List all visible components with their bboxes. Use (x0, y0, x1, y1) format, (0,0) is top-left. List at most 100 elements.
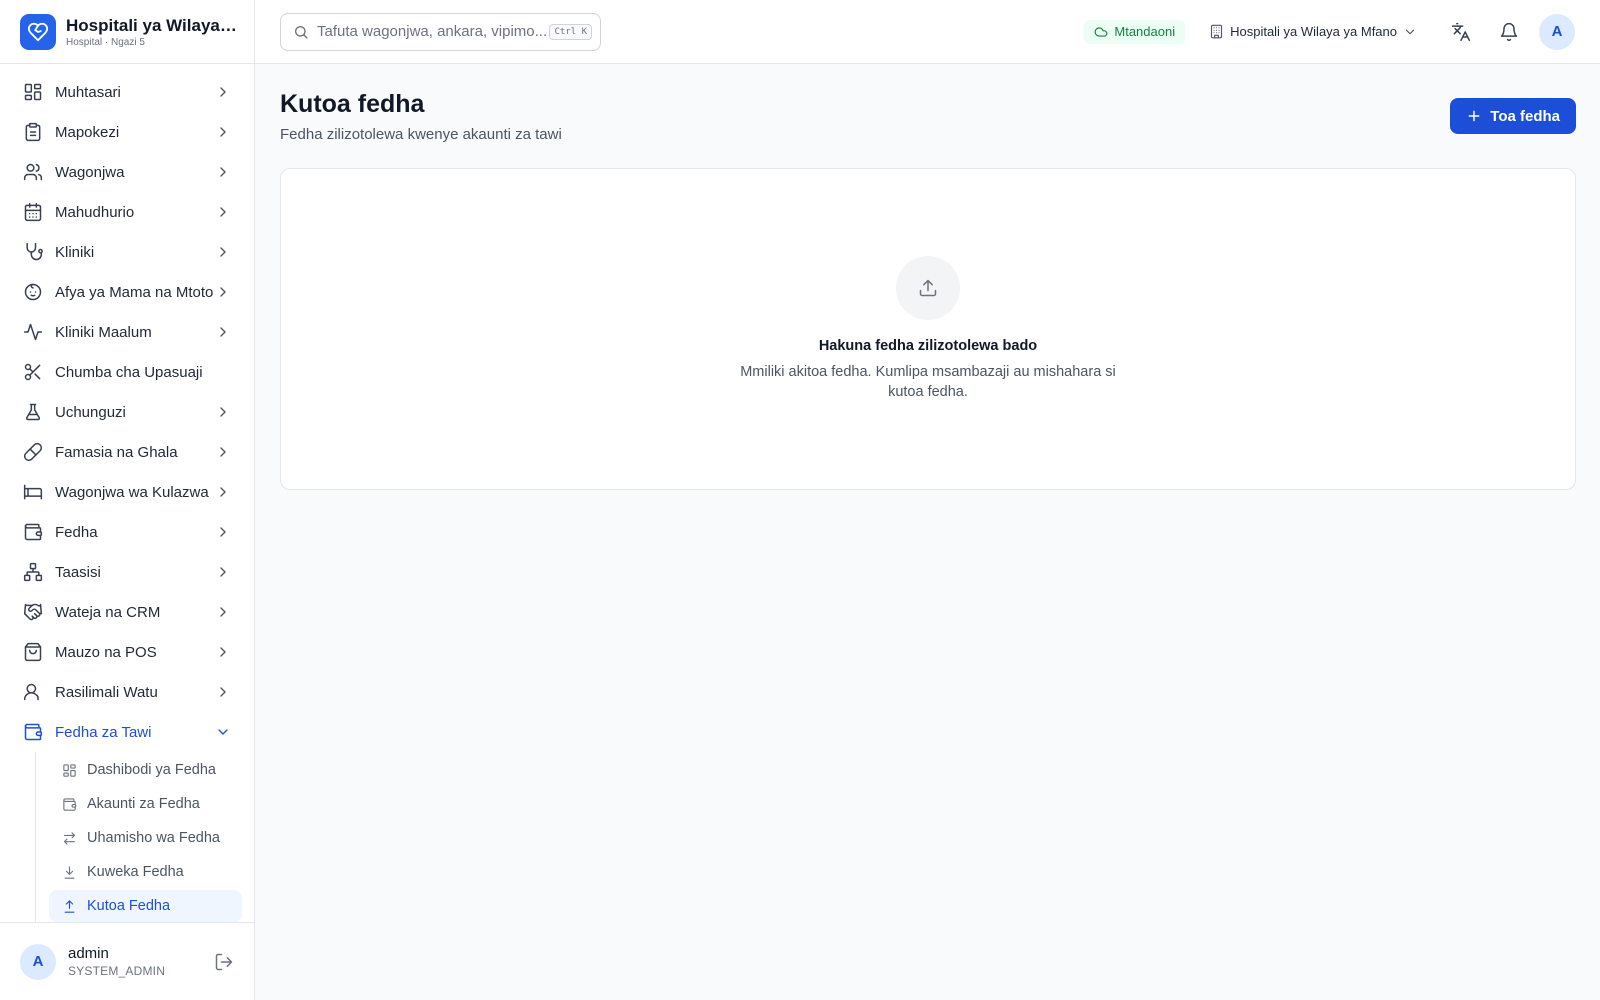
branch-name: Hospitali ya Wilaya ya Mfano (1230, 24, 1397, 39)
sidebar-item-label: Fedha za Tawi (55, 723, 152, 741)
sidebar-item-label: Afya ya Mama na Mtoto (55, 283, 214, 301)
sidebar: Hospitali ya Wilaya ya Mfano Hospital · … (0, 0, 255, 1000)
empty-state-title: Hakuna fedha zilizotolewa bado (818, 338, 1038, 354)
brand-header[interactable]: Hospitali ya Wilaya ya Mfano Hospital · … (0, 0, 254, 64)
sidebar-item-label: Mauzo na POS (55, 643, 157, 661)
sidebar-item-mauzo-pos[interactable]: Mauzo na POS (12, 632, 242, 672)
dashboard-icon (63, 763, 76, 777)
user-role: SYSTEM_ADMIN (68, 964, 166, 978)
sidebar-item-label: Muhtasari (55, 83, 121, 101)
plus-icon (1468, 110, 1480, 122)
sidebar-item-label: Mahudhurio (55, 203, 135, 221)
withdraw-funds-button[interactable]: Toa fedha (1450, 98, 1576, 134)
main-content: Kutoa fedha Fedha zilizotolewa kwenye ak… (280, 64, 1576, 490)
sidebar-item-mahudhurio[interactable]: Mahudhurio (12, 192, 242, 232)
sidebar-item-uchunguzi[interactable]: Uchunguzi (12, 392, 242, 432)
baby-icon (24, 283, 42, 301)
sidebar-item-taasisi[interactable]: Taasisi (12, 552, 242, 592)
sidebar-item-label: Wagonjwa wa Kulazwa (55, 483, 209, 501)
search-shortcut-badge: Ctrl K (549, 23, 592, 40)
logout-icon[interactable] (214, 952, 234, 972)
chevron-right-icon (220, 527, 226, 537)
page-subtitle: Fedha zilizotolewa kwenye akaunti za taw… (280, 126, 562, 143)
flask-icon (25, 403, 41, 421)
chevron-down-icon (1405, 29, 1415, 34)
sidebar-item-fedha-za-tawi[interactable]: Fedha za Tawi (12, 712, 242, 752)
chevron-right-icon (220, 407, 226, 417)
wallet-icon (24, 523, 43, 541)
page-header: Kutoa fedha Fedha zilizotolewa kwenye ak… (280, 64, 1576, 168)
sidebar-item-famasia-ghala[interactable]: Famasia na Ghala (12, 432, 242, 472)
sidebar-item-kliniki[interactable]: Kliniki (12, 232, 242, 272)
subnav-item-label: Dashibodi ya Fedha (87, 762, 216, 778)
subnav-fedha-za-tawi: Dashibodi ya Fedha Akaunti za Fedha Uham… (35, 752, 242, 922)
pill-icon (23, 442, 43, 462)
chevron-right-icon (220, 207, 226, 217)
sidebar-item-muhtasari[interactable]: Muhtasari (12, 72, 242, 112)
sidebar-item-wagonjwa[interactable]: Wagonjwa (12, 152, 242, 192)
chevron-right-icon (220, 87, 226, 97)
branch-selector[interactable]: Hospitali ya Wilaya ya Mfano (1209, 24, 1417, 39)
chevron-down-icon (218, 729, 228, 735)
user-panel: A admin SYSTEM_ADMIN (0, 922, 254, 1000)
search-placeholder: Tafuta wagonjwa, ankara, vipimo... (317, 23, 548, 40)
chevron-right-icon (220, 327, 226, 337)
sidebar-item-label: Uchunguzi (55, 403, 126, 421)
chevron-right-icon (220, 487, 226, 497)
avatar[interactable]: A (20, 943, 56, 980)
search-input[interactable]: Tafuta wagonjwa, ankara, vipimo... Ctrl … (280, 12, 601, 51)
empty-state: Hakuna fedha zilizotolewa bado Mmiliki a… (281, 256, 1575, 402)
brand-name: Hospitali ya Wilaya ya Mfano (66, 15, 238, 35)
chevron-right-icon (220, 127, 226, 137)
topbar: Tafuta wagonjwa, ankara, vipimo... Ctrl … (255, 0, 1600, 64)
online-status-label: Mtandaoni (1114, 24, 1176, 39)
sidebar-item-label: Taasisi (55, 563, 101, 581)
sidebar-item-mapokezi[interactable]: Mapokezi (12, 112, 242, 152)
chevron-right-icon (220, 647, 226, 657)
user-group-icon (23, 683, 39, 701)
subnav-item-label: Kuweka Fedha (87, 864, 184, 880)
withdraw-funds-label: Toa fedha (1490, 107, 1560, 125)
subnav-item-uhamisho[interactable]: Uhamisho wa Fedha (49, 822, 242, 854)
sidebar-nav: Muhtasari Mapokezi Wagonjwa Mahudhurio K… (0, 64, 254, 922)
subnav-item-kutoa[interactable]: Kutoa Fedha (49, 890, 242, 922)
sidebar-item-rasilimali-watu[interactable]: Rasilimali Watu (12, 672, 242, 712)
brand-subtitle: Hospital · Ngazi 5 (66, 36, 145, 48)
sidebar-item-kliniki-maalum[interactable]: Kliniki Maalum (12, 312, 242, 352)
notifications-button[interactable] (1491, 14, 1527, 50)
handshake-icon (23, 603, 43, 621)
heart-logo-icon (20, 13, 56, 50)
sidebar-item-fedha[interactable]: Fedha (12, 512, 242, 552)
online-status-badge: Mtandaoni (1084, 19, 1186, 44)
empty-state-badge (896, 256, 960, 320)
sidebar-item-afya-mama-mtoto[interactable]: Afya ya Mama na Mtoto (12, 272, 242, 312)
empty-state-description: Mmiliki akitoa fedha. Kumlipa msambazaji… (740, 364, 1116, 400)
sidebar-item-label: Rasilimali Watu (55, 683, 158, 701)
building-icon (1211, 24, 1223, 39)
subnav-item-label: Uhamisho wa Fedha (87, 830, 220, 846)
sidebar-item-wateja-crm[interactable]: Wateja na CRM (12, 592, 242, 632)
upload-icon (919, 279, 937, 297)
subnav-item-dashibodi[interactable]: Dashibodi ya Fedha (49, 754, 242, 786)
chevron-right-icon (220, 687, 226, 697)
network-icon (23, 562, 43, 582)
sidebar-item-wagonjwa-kulazwa[interactable]: Wagonjwa wa Kulazwa (12, 472, 242, 512)
chevron-right-icon (220, 607, 226, 617)
transfer-icon (63, 831, 76, 845)
users-icon (23, 163, 43, 181)
page-title: Kutoa fedha (280, 90, 425, 118)
search-icon (295, 25, 308, 39)
sidebar-item-label: Kliniki Maalum (55, 323, 152, 341)
language-button[interactable] (1443, 14, 1479, 50)
bed-icon (23, 484, 43, 500)
translate-icon (1451, 22, 1471, 41)
sidebar-item-label: Wateja na CRM (55, 603, 161, 621)
subnav-item-akaunti[interactable]: Akaunti za Fedha (49, 788, 242, 820)
sidebar-item-label: Famasia na Ghala (55, 443, 178, 461)
user-avatar-button[interactable]: A (1539, 13, 1575, 50)
wallet-icon (63, 797, 77, 811)
cloud-icon (1094, 26, 1108, 37)
dashboard-icon (24, 83, 42, 101)
sidebar-item-chumba-upasuaji[interactable]: Chumba cha Upasuaji (12, 352, 242, 392)
subnav-item-kuweka[interactable]: Kuweka Fedha (49, 856, 242, 888)
